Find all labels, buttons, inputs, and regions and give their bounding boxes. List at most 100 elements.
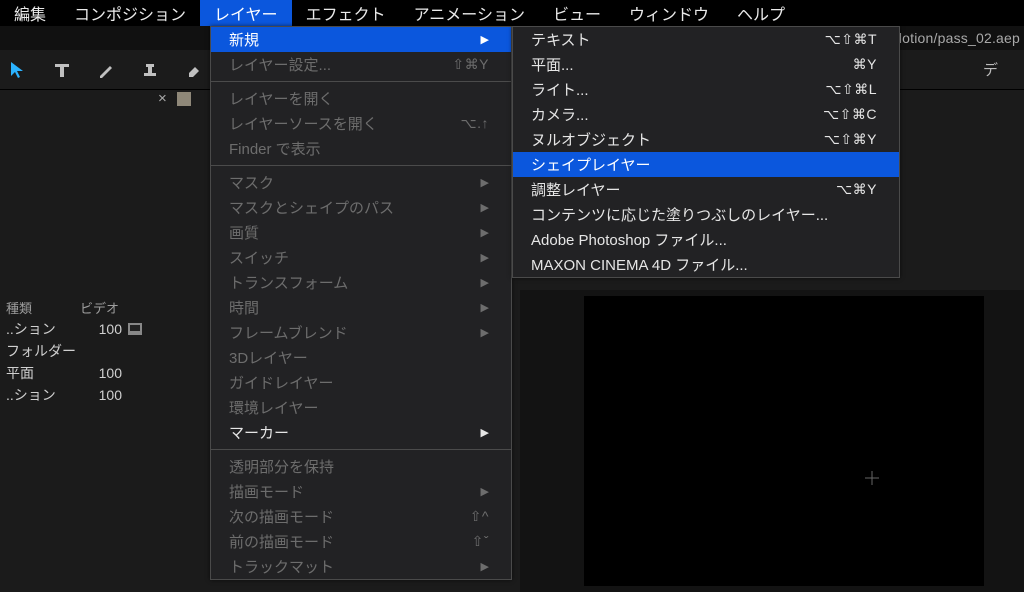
layer-menu-item: 3Dレイヤー bbox=[211, 345, 511, 370]
menu-layer[interactable]: レイヤー bbox=[200, 0, 292, 26]
layer-menu-item: スイッチ▶ bbox=[211, 245, 511, 270]
right-panel-tab[interactable]: デ bbox=[957, 59, 1024, 80]
menu-shortcut: ⌥⌘Y bbox=[836, 181, 877, 198]
menu-item-label: マスクとシェイプのパス bbox=[229, 197, 481, 218]
menu-item-label: カメラ... bbox=[531, 104, 823, 125]
menu-effect[interactable]: エフェクト bbox=[292, 0, 400, 26]
new-menu-item[interactable]: 平面...⌘Y bbox=[513, 52, 899, 77]
layer-menu-item: トラックマット▶ bbox=[211, 554, 511, 579]
new-menu-item[interactable]: コンテンツに応じた塗りつぶしのレイヤー... bbox=[513, 202, 899, 227]
menu-item-label: 次の描画モード bbox=[229, 506, 470, 527]
menu-shortcut: ⇧ˇ bbox=[472, 533, 489, 550]
menu-item-label: 前の描画モード bbox=[229, 531, 472, 552]
canvas-area[interactable] bbox=[584, 296, 984, 586]
panel-tab-row: × bbox=[158, 90, 201, 107]
asset-row[interactable]: 平面100 bbox=[0, 362, 158, 384]
menu-shortcut: ⇧⌘Y bbox=[452, 56, 489, 73]
menu-item-label: 平面... bbox=[531, 54, 853, 75]
menu-item-label: コンテンツに応じた塗りつぶしのレイヤー... bbox=[531, 204, 877, 225]
menu-item-label: シェイプレイヤー bbox=[531, 154, 877, 175]
menu-separator bbox=[211, 81, 511, 82]
new-menu-item[interactable]: ライト...⌥⇧⌘L bbox=[513, 77, 899, 102]
submenu-arrow-icon: ▶ bbox=[481, 560, 489, 573]
menu-shortcut: ⌥⇧⌘Y bbox=[824, 131, 877, 148]
eraser-tool-icon[interactable] bbox=[182, 58, 206, 82]
menu-shortcut: ⌥.↑ bbox=[460, 115, 489, 132]
menu-separator bbox=[211, 165, 511, 166]
menu-item-label: 描画モード bbox=[229, 481, 481, 502]
submenu-arrow-icon: ▶ bbox=[481, 33, 489, 46]
menu-item-label: ヌルオブジェクト bbox=[531, 129, 824, 150]
layer-menu-item: 時間▶ bbox=[211, 295, 511, 320]
menu-view[interactable]: ビュー bbox=[539, 0, 615, 26]
close-panel-icon[interactable]: × bbox=[158, 90, 167, 107]
submenu-arrow-icon: ▶ bbox=[481, 485, 489, 498]
menu-animation[interactable]: アニメーション bbox=[400, 0, 539, 26]
layer-menu-item: マスク▶ bbox=[211, 170, 511, 195]
asset-video-col: 100 bbox=[80, 321, 122, 337]
layer-menu-item: 環境レイヤー bbox=[211, 395, 511, 420]
selection-tool-icon[interactable] bbox=[6, 58, 30, 82]
text-tool-icon[interactable] bbox=[50, 58, 74, 82]
menu-item-label: マスク bbox=[229, 172, 481, 193]
submenu-arrow-icon: ▶ bbox=[481, 226, 489, 239]
menu-item-label: 時間 bbox=[229, 297, 481, 318]
menu-item-label: テキスト bbox=[531, 29, 825, 50]
menu-edit[interactable]: 編集 bbox=[0, 0, 60, 26]
asset-row[interactable]: ..ション100 bbox=[0, 384, 158, 406]
new-menu-item[interactable]: カメラ...⌥⇧⌘C bbox=[513, 102, 899, 127]
asset-kind: 平面 bbox=[6, 363, 80, 383]
col-header-kind[interactable]: 種類 bbox=[6, 298, 80, 317]
submenu-arrow-icon: ▶ bbox=[481, 276, 489, 289]
composition-viewport[interactable] bbox=[520, 290, 1024, 592]
menu-composition[interactable]: コンポジション bbox=[60, 0, 200, 26]
menu-item-label: スイッチ bbox=[229, 247, 481, 268]
layer-menu-item[interactable]: 新規▶ bbox=[211, 27, 511, 52]
layer-menu-item: レイヤーソースを開く⌥.↑ bbox=[211, 111, 511, 136]
new-menu-item[interactable]: ヌルオブジェクト⌥⇧⌘Y bbox=[513, 127, 899, 152]
layer-menu-item[interactable]: マーカー▶ bbox=[211, 420, 511, 445]
new-menu-item[interactable]: 調整レイヤー⌥⌘Y bbox=[513, 177, 899, 202]
menu-window[interactable]: ウィンドウ bbox=[615, 0, 723, 26]
submenu-arrow-icon: ▶ bbox=[481, 201, 489, 214]
new-menu-item[interactable]: シェイプレイヤー bbox=[513, 152, 899, 177]
col-header-video[interactable]: ビデオ bbox=[80, 298, 119, 317]
layer-menu-item: レイヤーを開く bbox=[211, 86, 511, 111]
layer-menu-item: マスクとシェイプのパス▶ bbox=[211, 195, 511, 220]
menu-shortcut: ⌥⇧⌘C bbox=[823, 106, 877, 123]
menu-shortcut: ⌘Y bbox=[853, 56, 877, 73]
submenu-arrow-icon: ▶ bbox=[481, 251, 489, 264]
layer-menu-item: 画質▶ bbox=[211, 220, 511, 245]
submenu-arrow-icon: ▶ bbox=[481, 301, 489, 314]
menu-item-label: レイヤー設定... bbox=[229, 54, 452, 75]
new-menu-item[interactable]: MAXON CINEMA 4D ファイル... bbox=[513, 252, 899, 277]
new-menu-item[interactable]: テキスト⌥⇧⌘T bbox=[513, 27, 899, 52]
menu-item-label: 3Dレイヤー bbox=[229, 347, 489, 368]
layer-menu-item: 透明部分を保持 bbox=[211, 454, 511, 479]
menu-shortcut: ⇧^ bbox=[470, 508, 489, 525]
layer-menu-item: 次の描画モード⇧^ bbox=[211, 504, 511, 529]
clone-stamp-tool-icon[interactable] bbox=[138, 58, 162, 82]
menu-item-label: ライト... bbox=[531, 79, 825, 100]
layer-menu-item: 描画モード▶ bbox=[211, 479, 511, 504]
menu-item-label: MAXON CINEMA 4D ファイル... bbox=[531, 254, 877, 275]
menu-item-label: 画質 bbox=[229, 222, 481, 243]
menu-item-label: Adobe Photoshop ファイル... bbox=[531, 229, 877, 250]
menu-item-label: 環境レイヤー bbox=[229, 397, 489, 418]
new-menu-item[interactable]: Adobe Photoshop ファイル... bbox=[513, 227, 899, 252]
project-assets-panel: 種類 ビデオ ..ション100フォルダー平面100..ション100 bbox=[0, 296, 158, 406]
menu-item-label: 新規 bbox=[229, 29, 481, 50]
pen-tool-icon[interactable] bbox=[94, 58, 118, 82]
menu-item-label: トランスフォーム bbox=[229, 272, 481, 293]
color-swatch-icon bbox=[177, 92, 191, 106]
menu-shortcut: ⌥⇧⌘T bbox=[825, 31, 877, 48]
app-menubar: 編集 コンポジション レイヤー エフェクト アニメーション ビュー ウィンドウ … bbox=[0, 0, 1024, 26]
menu-help[interactable]: ヘルプ bbox=[723, 0, 799, 26]
menu-separator bbox=[211, 449, 511, 450]
layer-menu-item: ガイドレイヤー bbox=[211, 370, 511, 395]
menu-item-label: マーカー bbox=[229, 422, 481, 443]
submenu-arrow-icon: ▶ bbox=[481, 176, 489, 189]
layer-menu-item: レイヤー設定...⇧⌘Y bbox=[211, 52, 511, 77]
asset-row[interactable]: フォルダー bbox=[0, 340, 158, 362]
asset-row[interactable]: ..ション100 bbox=[0, 318, 158, 340]
